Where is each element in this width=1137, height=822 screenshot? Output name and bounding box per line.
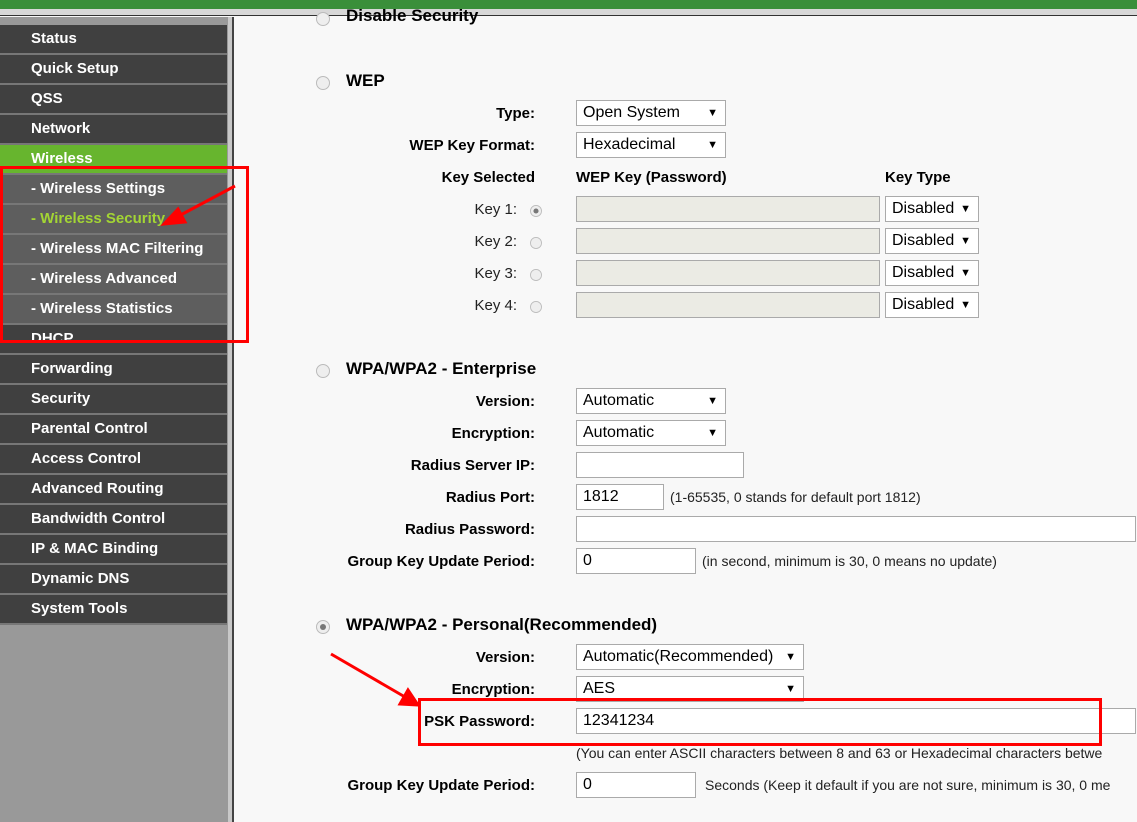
arrow-head-1: [160, 206, 188, 226]
arrow-head-2: [397, 687, 421, 707]
arrow-line-2: [330, 652, 406, 699]
arrow-line-1: [174, 184, 236, 220]
annotation-arrows: [160, 184, 421, 707]
